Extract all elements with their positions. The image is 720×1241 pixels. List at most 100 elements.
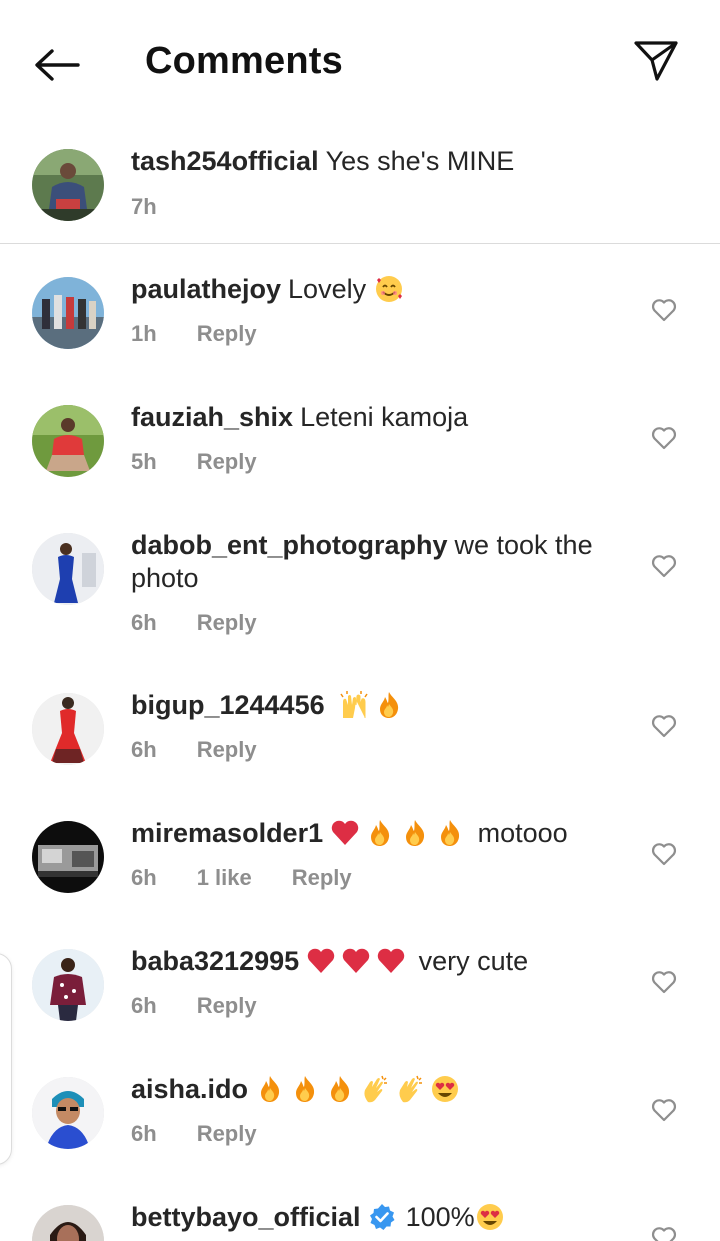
comment-item: aisha.ido 6h Reply	[0, 1053, 720, 1181]
comment-meta: 5h Reply	[131, 449, 257, 475]
heart-outline-icon	[651, 427, 677, 450]
comment-meta: 6h Reply	[131, 610, 257, 636]
comment-time: 6h	[131, 610, 157, 635]
comment-body: very cute	[418, 946, 529, 976]
caption-username[interactable]: tash254official	[131, 146, 319, 176]
avatar[interactable]	[32, 149, 104, 221]
comment-meta: 6h Reply	[131, 1121, 257, 1147]
comment-username[interactable]: aisha.ido	[131, 1074, 248, 1104]
comment-username[interactable]: baba3212995	[131, 946, 299, 976]
fire-icon	[255, 1074, 285, 1104]
comment-time: 6h	[131, 1121, 157, 1146]
comment-text: bigup_1244456	[131, 689, 601, 722]
comment-username[interactable]: fauziah_shix	[131, 402, 293, 432]
heart-outline-icon	[651, 843, 677, 866]
comment-time: 6h	[131, 865, 157, 890]
fire-icon	[365, 818, 395, 848]
reply-button[interactable]: Reply	[292, 865, 352, 891]
avatar[interactable]	[32, 405, 104, 477]
likes-count[interactable]: 1 like	[197, 865, 252, 891]
like-button[interactable]	[650, 424, 678, 452]
like-button[interactable]	[650, 1224, 678, 1241]
avatar-image	[32, 1077, 104, 1149]
comment-text: paulathejoy Lovely	[131, 273, 601, 306]
caption-body: Yes she's MINE	[325, 146, 515, 176]
comment-item: dabob_ent_photography we took the photo 6…	[0, 509, 720, 669]
comment-body: Lovely	[288, 274, 367, 304]
like-button[interactable]	[650, 552, 678, 580]
back-button[interactable]	[30, 42, 82, 88]
caption-time: 7h	[131, 194, 157, 219]
avatar-image	[32, 949, 104, 1021]
share-button[interactable]	[630, 38, 682, 84]
reply-button[interactable]: Reply	[197, 993, 257, 1019]
comment-username[interactable]: bettybayo_official	[131, 1202, 361, 1232]
like-button[interactable]	[650, 840, 678, 868]
comment-username[interactable]: paulathejoy	[131, 274, 281, 304]
comment-time: 6h	[131, 737, 157, 762]
comment-item: paulathejoy Lovely 1h Reply	[0, 253, 720, 381]
avatar-image	[32, 149, 104, 221]
comment-time: 5h	[131, 449, 157, 474]
comment-text: aisha.ido	[131, 1073, 601, 1106]
comment-body: 100%	[405, 1202, 475, 1232]
fire-icon	[325, 1074, 355, 1104]
avatar[interactable]	[32, 693, 104, 765]
reply-button[interactable]: Reply	[197, 1121, 257, 1147]
avatar[interactable]	[32, 277, 104, 349]
avatar-image	[32, 533, 104, 605]
red-heart-icon	[341, 946, 371, 976]
red-heart-icon	[330, 818, 360, 848]
avatar-image	[32, 405, 104, 477]
reply-button[interactable]: Reply	[197, 321, 257, 347]
raising-hands-icon	[339, 690, 369, 720]
comment-text: dabob_ent_photography we took the photo	[131, 529, 601, 595]
avatar[interactable]	[32, 1205, 104, 1241]
smiling-face-with-hearts-icon	[374, 274, 404, 304]
avatar[interactable]	[32, 533, 104, 605]
comment-meta: 6h 1 like Reply	[131, 865, 352, 891]
like-button[interactable]	[650, 712, 678, 740]
heart-outline-icon	[651, 1099, 677, 1122]
fire-icon	[374, 690, 404, 720]
heart-outline-icon	[651, 299, 677, 322]
reply-button[interactable]: Reply	[197, 610, 257, 636]
comment-item: miremasolder1 motooo 6h 1 like Reply	[0, 797, 720, 925]
comment-text: bettybayo_official 100%	[131, 1201, 601, 1234]
like-button[interactable]	[650, 296, 678, 324]
like-button[interactable]	[650, 968, 678, 996]
caption-text: tash254official Yes she's MINE	[131, 145, 601, 178]
caption-meta: 7h	[131, 194, 157, 220]
comment-item: bettybayo_official 100%	[0, 1181, 720, 1241]
avatar-image	[32, 277, 104, 349]
comment-username[interactable]: miremasolder1	[131, 818, 323, 848]
clapping-hands-icon	[395, 1074, 425, 1104]
heart-outline-icon	[651, 1227, 677, 1241]
fire-icon	[435, 818, 465, 848]
edge-panel-handle[interactable]	[0, 953, 12, 1165]
avatar[interactable]	[32, 949, 104, 1021]
reply-button[interactable]: Reply	[197, 449, 257, 475]
fire-icon	[400, 818, 430, 848]
reply-button[interactable]: Reply	[197, 737, 257, 763]
comment-body: motooo	[477, 818, 568, 848]
red-heart-icon	[306, 946, 336, 976]
page-title: Comments	[145, 40, 343, 82]
comment-item: bigup_1244456 6h Reply	[0, 669, 720, 797]
heart-eyes-icon	[475, 1202, 505, 1232]
avatar[interactable]	[32, 1077, 104, 1149]
back-arrow-icon	[35, 49, 80, 81]
verified-icon	[368, 1203, 396, 1231]
avatar-image	[32, 821, 104, 893]
comment-meta: 6h Reply	[131, 993, 257, 1019]
comment-meta: 1h Reply	[131, 321, 257, 347]
like-button[interactable]	[650, 1096, 678, 1124]
fire-icon	[290, 1074, 320, 1104]
comment-text: fauziah_shix Leteni kamoja	[131, 401, 601, 434]
comment-item: fauziah_shix Leteni kamoja 5h Reply	[0, 381, 720, 509]
heart-eyes-icon	[430, 1074, 460, 1104]
comment-username[interactable]: bigup_1244456	[131, 690, 325, 720]
comment-username[interactable]: dabob_ent_photography	[131, 530, 448, 560]
heart-outline-icon	[651, 555, 677, 578]
avatar[interactable]	[32, 821, 104, 893]
